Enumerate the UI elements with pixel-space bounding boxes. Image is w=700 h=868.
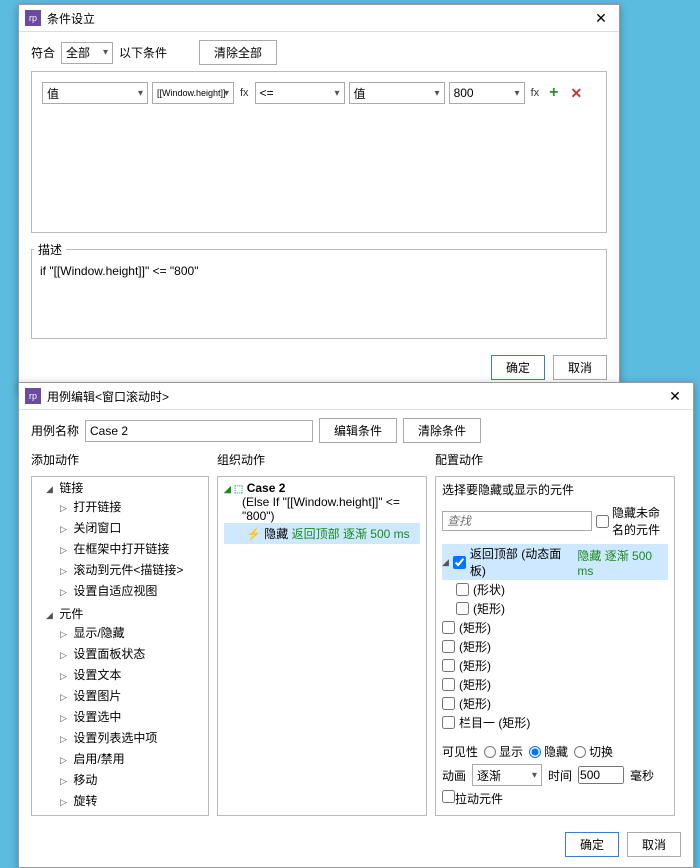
- condition-row: 值 [[Window.height]] fx <= 值 800 fx + ✕: [42, 82, 596, 104]
- case-name-label: 用例名称: [31, 422, 79, 439]
- time-input[interactable]: [578, 766, 624, 784]
- value-input[interactable]: 800: [449, 82, 525, 104]
- app-icon: rp: [25, 388, 41, 404]
- widget-item[interactable]: (矩形): [442, 637, 668, 656]
- action-tree[interactable]: ◢ 链接▷ 打开链接▷ 关闭窗口▷ 在框架中打开链接▷ 滚动到元件<描链接>▷ …: [31, 476, 209, 816]
- tree-node[interactable]: ▷ 设置文本: [60, 664, 208, 685]
- description-legend: 描述: [34, 241, 66, 258]
- match-label: 符合: [31, 44, 55, 61]
- titlebar: rp 条件设立 ✕: [19, 5, 619, 32]
- field1-dropdown[interactable]: 值: [42, 82, 148, 104]
- animation-row: 动画 逐渐 时间 毫秒: [442, 764, 668, 786]
- fx-icon[interactable]: fx: [238, 87, 251, 99]
- expr-dropdown[interactable]: [[Window.height]]: [152, 82, 234, 104]
- tree-node[interactable]: ▷ 移动: [60, 769, 208, 790]
- case-label: Case 2: [247, 481, 286, 495]
- config-panel: 选择要隐藏或显示的元件 隐藏未命名的元件 ◢返回顶部 (动态面板) 隐藏 逐渐 …: [435, 476, 675, 816]
- dialog-title: 条件设立: [47, 10, 589, 27]
- visibility-row: 可见性 显示 隐藏 切换: [442, 743, 668, 760]
- condition-text: (Else If "[[Window.height]]" <= "800"): [224, 495, 420, 523]
- tree-node[interactable]: ▷ 滚动到元件<描链接>: [60, 559, 208, 580]
- tree-node[interactable]: ▷ 打开链接: [60, 496, 208, 517]
- description-fieldset: 描述 if "[[Window.height]]" <= "800": [31, 241, 607, 339]
- tree-node[interactable]: ▷ 关闭窗口: [60, 517, 208, 538]
- visibility-label: 可见性: [442, 743, 478, 760]
- section-headers: 添加动作 组织动作 配置动作: [31, 451, 681, 468]
- tree-node[interactable]: ◢ 元件▷ 显示/隐藏▷ 设置面板状态▷ 设置文本▷ 设置图片▷ 设置选中▷ 设…: [46, 603, 208, 816]
- action-item[interactable]: ⚡ 隐藏 返回顶部 逐渐 500 ms: [224, 523, 420, 544]
- organize-action-header: 组织动作: [217, 451, 427, 468]
- case-editor-dialog: rp 用例编辑<窗口滚动时> ✕ 用例名称 编辑条件 清除条件 添加动作 组织动…: [18, 382, 694, 868]
- ok-button[interactable]: 确定: [491, 355, 545, 380]
- condition-list: 值 [[Window.height]] fx <= 值 800 fx + ✕: [31, 71, 607, 233]
- close-icon[interactable]: ✕: [663, 387, 687, 405]
- add-icon[interactable]: +: [545, 84, 562, 102]
- radio-hide[interactable]: 隐藏: [529, 743, 568, 760]
- radio-toggle[interactable]: 切换: [574, 743, 613, 760]
- edit-condition-button[interactable]: 编辑条件: [319, 418, 397, 443]
- tree-node[interactable]: ▷ 设置尺寸: [60, 811, 208, 816]
- cancel-button[interactable]: 取消: [553, 355, 607, 380]
- description-text: if "[[Window.height]]" <= "800": [34, 260, 604, 336]
- tree-node[interactable]: ▷ 旋转: [60, 790, 208, 811]
- tree-node[interactable]: ▷ 设置面板状态: [60, 643, 208, 664]
- match-mode-dropdown[interactable]: 全部: [61, 42, 113, 64]
- widget-item[interactable]: (矩形): [442, 694, 668, 713]
- configure-action-header: 配置动作: [435, 451, 675, 468]
- tree-node[interactable]: ◢ 链接▷ 打开链接▷ 关闭窗口▷ 在框架中打开链接▷ 滚动到元件<描链接>▷ …: [46, 477, 208, 603]
- case-name-input[interactable]: [85, 420, 313, 442]
- tree-node[interactable]: ▷ 启用/禁用: [60, 748, 208, 769]
- app-icon: rp: [25, 10, 41, 26]
- field2-dropdown[interactable]: 值: [349, 82, 445, 104]
- add-action-header: 添加动作: [31, 451, 209, 468]
- clear-condition-button[interactable]: 清除条件: [403, 418, 481, 443]
- anim-dropdown[interactable]: 逐渐: [472, 764, 542, 786]
- case-name-row: 用例名称 编辑条件 清除条件: [31, 418, 681, 443]
- widget-item[interactable]: 栏目一 (矩形): [442, 713, 668, 732]
- tree-node[interactable]: ▷ 设置图片: [60, 685, 208, 706]
- config-label: 选择要隐藏或显示的元件: [442, 481, 668, 498]
- tree-node[interactable]: ▷ 显示/隐藏: [60, 622, 208, 643]
- hide-unnamed-checkbox[interactable]: 隐藏未命名的元件: [596, 504, 668, 538]
- op-dropdown[interactable]: <=: [255, 82, 345, 104]
- search-input[interactable]: [442, 511, 592, 531]
- ms-label: 毫秒: [630, 767, 654, 784]
- widget-item[interactable]: (矩形): [442, 599, 668, 618]
- radio-show[interactable]: 显示: [484, 743, 523, 760]
- tree-node[interactable]: ▷ 设置列表选中项: [60, 727, 208, 748]
- widget-item[interactable]: (矩形): [442, 675, 668, 694]
- widget-item[interactable]: ◢返回顶部 (动态面板) 隐藏 逐渐 500 ms: [442, 544, 668, 580]
- time-label: 时间: [548, 767, 572, 784]
- match-suffix: 以下条件: [119, 44, 167, 61]
- dialog-title: 用例编辑<窗口滚动时>: [47, 388, 663, 405]
- widget-item[interactable]: (矩形): [442, 618, 668, 637]
- action-list[interactable]: ◢⬚ Case 2 (Else If "[[Window.height]]" <…: [217, 476, 427, 816]
- pull-checkbox[interactable]: 拉动元件: [442, 790, 503, 807]
- tree-node[interactable]: ▷ 在框架中打开链接: [60, 538, 208, 559]
- widget-item[interactable]: (矩形): [442, 656, 668, 675]
- delete-icon[interactable]: ✕: [566, 85, 586, 102]
- widget-item[interactable]: (形状): [442, 580, 668, 599]
- match-row: 符合 全部 以下条件 清除全部: [31, 40, 607, 65]
- clear-all-button[interactable]: 清除全部: [199, 40, 277, 65]
- fx-icon-2[interactable]: fx: [529, 87, 542, 99]
- anim-label: 动画: [442, 767, 466, 784]
- close-icon[interactable]: ✕: [589, 9, 613, 27]
- titlebar: rp 用例编辑<窗口滚动时> ✕: [19, 383, 693, 410]
- tree-node[interactable]: ▷ 设置选中: [60, 706, 208, 727]
- condition-dialog: rp 条件设立 ✕ 符合 全部 以下条件 清除全部 值 [[Window.hei…: [18, 4, 620, 391]
- tree-node[interactable]: ▷ 设置自适应视图: [60, 580, 208, 601]
